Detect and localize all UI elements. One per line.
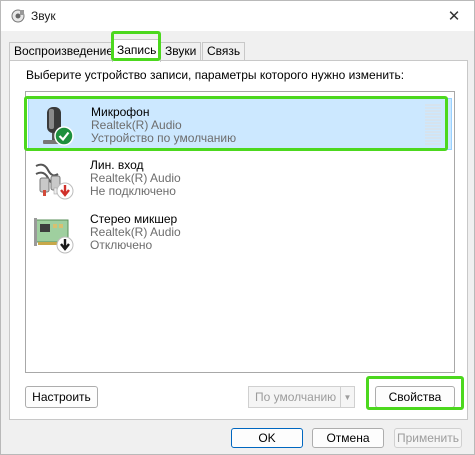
tab-playback[interactable]: Воспроизведение: [9, 42, 119, 61]
tab-strip: Воспроизведение Запись Звуки Связь: [9, 39, 469, 62]
device-driver: Realtek(R) Audio: [90, 225, 181, 239]
level-meter: [425, 104, 441, 146]
device-name: Микрофон: [91, 105, 150, 119]
sound-dialog: Звук ✕ Воспроизведение Запись Звуки Связ…: [0, 0, 475, 455]
device-driver: Realtek(R) Audio: [90, 171, 181, 185]
combo-label: По умолчанию: [255, 390, 337, 404]
line-in-cable-icon: [35, 163, 74, 200]
configure-button[interactable]: Настроить: [25, 386, 98, 408]
device-name: Лин. вход: [90, 158, 144, 172]
tab-sounds[interactable]: Звуки: [160, 42, 202, 61]
close-button[interactable]: ✕: [439, 5, 469, 27]
recording-device-list[interactable]: Микрофон Realtek(R) Audio Устройство по …: [25, 91, 455, 373]
device-driver: Realtek(R) Audio: [91, 118, 182, 132]
device-status: Отключено: [90, 238, 153, 252]
tab-communications[interactable]: Связь: [202, 42, 246, 61]
sound-card-icon: [34, 218, 74, 254]
chevron-down-icon[interactable]: ▼: [340, 387, 354, 407]
speaker-icon: [11, 9, 25, 23]
instruction-text: Выберите устройство записи, параметры ко…: [26, 68, 405, 82]
window-title: Звук: [31, 9, 56, 23]
tab-recording[interactable]: Запись: [112, 39, 162, 62]
list-item-stereo-mix[interactable]: Стерео микшер Realtek(R) Audio Отключено: [28, 206, 452, 258]
ok-button[interactable]: OK: [231, 428, 303, 448]
properties-button[interactable]: Свойства: [375, 386, 455, 408]
microphone-icon: [43, 107, 74, 146]
device-status: Не подключено: [90, 184, 176, 198]
list-item-line-in[interactable]: Лин. вход Realtek(R) Audio Не подключено: [28, 152, 452, 204]
apply-button[interactable]: Применить: [394, 428, 462, 448]
device-status: Устройство по умолчанию: [91, 131, 237, 145]
list-item-microphone[interactable]: Микрофон Realtek(R) Audio Устройство по …: [28, 98, 452, 150]
check-badge-icon: [54, 126, 74, 146]
title-bar: Звук ✕: [1, 1, 474, 31]
cancel-button[interactable]: Отмена: [312, 428, 384, 448]
close-icon: ✕: [447, 8, 461, 25]
set-default-combo[interactable]: По умолчанию ▼: [248, 386, 355, 408]
recording-panel: Выберите устройство записи, параметры ко…: [9, 60, 468, 420]
device-name: Стерео микшер: [90, 212, 178, 226]
